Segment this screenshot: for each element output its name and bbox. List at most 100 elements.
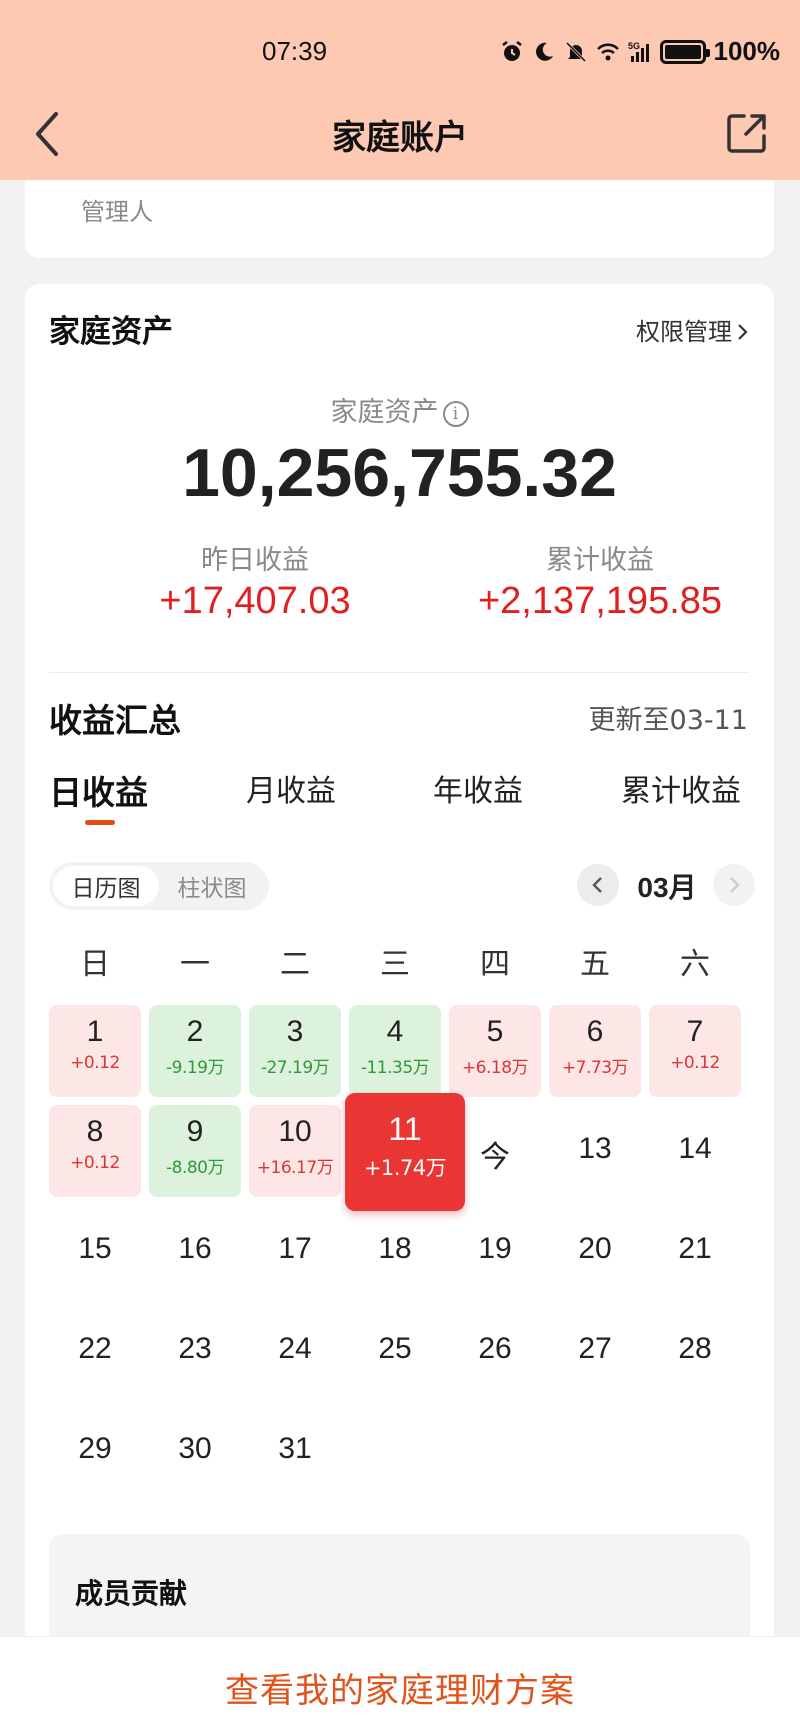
weekday-label: 日: [80, 947, 110, 982]
tab-cumulative-income[interactable]: 累计收益: [621, 766, 741, 810]
calendar-day-income: -11.35万: [360, 1058, 430, 1078]
info-icon[interactable]: i: [442, 400, 469, 427]
calendar-day[interactable]: 20: [549, 1205, 641, 1297]
chevron-left-icon: [592, 877, 602, 893]
calendar-day[interactable]: 6 +7.73万: [549, 1005, 641, 1097]
weekday-label: 二: [280, 947, 310, 982]
wifi-icon: [596, 43, 619, 60]
calendar-day[interactable]: 7 +0.12: [649, 1005, 741, 1097]
calendar-day-number: 14: [678, 1132, 712, 1165]
calendar-view-button[interactable]: 日历图: [53, 866, 159, 906]
status-time: 07:39: [262, 36, 328, 66]
calendar-day[interactable]: 26: [449, 1305, 541, 1397]
income-summary-title: 收益汇总: [49, 701, 181, 740]
calendar-day-number: 26: [478, 1332, 512, 1365]
calendar-day[interactable]: 10 +16.17万: [249, 1105, 341, 1197]
calendar-day-number: 16: [178, 1232, 212, 1265]
weekday-label: 五: [580, 947, 610, 982]
next-month-button[interactable]: [713, 864, 755, 906]
battery-icon: [659, 39, 710, 64]
calendar-day[interactable]: 18: [349, 1205, 441, 1297]
calendar-day-number: 4: [386, 1015, 404, 1048]
calendar-day[interactable]: 11 +1.74万: [345, 1093, 465, 1211]
calendar-day[interactable]: 3 -27.19万: [249, 1005, 341, 1097]
calendar-day-income: +16.17万: [256, 1158, 334, 1178]
calendar-day-number: 24: [278, 1332, 312, 1365]
calendar-day[interactable]: 21: [649, 1205, 741, 1297]
calendar-day[interactable]: 16: [149, 1205, 241, 1297]
calendar-day[interactable]: 2 -9.19万: [149, 1005, 241, 1097]
calendar-day-number: 22: [78, 1332, 112, 1365]
calendar-day[interactable]: 28: [649, 1305, 741, 1397]
bar-chart-view-button[interactable]: 柱状图: [159, 866, 265, 906]
calendar-day-number: 27: [578, 1332, 612, 1365]
calendar-day-number: 21: [678, 1232, 712, 1265]
view-family-plan-button[interactable]: 查看我的家庭理财方案: [0, 1663, 800, 1712]
calendar-day-income: -8.80万: [166, 1158, 225, 1178]
calendar-day-number: 19: [478, 1232, 512, 1265]
prev-month-button[interactable]: [577, 864, 619, 906]
calendar-day[interactable]: 5 +6.18万: [449, 1005, 541, 1097]
assets-section-title: 家庭资产: [49, 314, 173, 350]
calendar-day[interactable]: 17: [249, 1205, 341, 1297]
calendar-day-number: 29: [78, 1432, 112, 1465]
calendar-day[interactable]: 15: [49, 1205, 141, 1297]
chevron-right-icon: [730, 877, 740, 893]
cumulative-income-label: 累计收益: [546, 545, 654, 576]
battery-text: 100%: [713, 36, 781, 66]
calendar-day[interactable]: 30: [149, 1405, 241, 1497]
calendar-day[interactable]: 今: [449, 1105, 541, 1197]
calendar-day-income: +1.74万: [363, 1156, 447, 1180]
tab-yearly-income[interactable]: 年收益: [433, 766, 523, 810]
calendar-day[interactable]: 24: [249, 1305, 341, 1397]
calendar-day[interactable]: 31: [249, 1405, 341, 1497]
calendar-day-number: 今: [480, 1141, 510, 1174]
calendar-day[interactable]: 14: [649, 1105, 741, 1197]
calendar-day-number: 7: [686, 1015, 704, 1048]
tab-monthly-income[interactable]: 月收益: [246, 766, 336, 810]
calendar-day[interactable]: 9 -8.80万: [149, 1105, 241, 1197]
calendar-day[interactable]: 22: [49, 1305, 141, 1397]
calendar-day[interactable]: 29: [49, 1405, 141, 1497]
yesterday-income-value: +17,407.03: [159, 580, 351, 622]
chevron-right-icon: [738, 324, 748, 340]
permission-management-link[interactable]: 权限管理: [636, 312, 750, 347]
signal-network-label: 5G: [628, 41, 640, 51]
calendar-day-number: 25: [378, 1332, 412, 1365]
calendar-day-number: 3: [286, 1015, 304, 1048]
cumulative-income-value: +2,137,195.85: [477, 580, 723, 622]
weekday-label: 三: [380, 947, 410, 982]
calendar-day-income: +6.18万: [461, 1058, 529, 1078]
member-card: 管理人: [25, 180, 774, 258]
calendar-day[interactable]: 13: [549, 1105, 641, 1197]
view-toggle: 日历图 柱状图: [49, 862, 269, 910]
top-bar: 07:39 5G 100% 家庭账户: [0, 0, 800, 180]
tab-daily-income[interactable]: 日收益: [49, 766, 148, 814]
calendar-day-income: +0.12: [70, 1153, 120, 1173]
calendar-day-income: -9.19万: [166, 1058, 225, 1078]
weekday-label: 六: [680, 947, 710, 982]
calendar-day[interactable]: 23: [149, 1305, 241, 1397]
active-tab-indicator: [85, 820, 115, 825]
calendar-day-income: +7.73万: [561, 1058, 629, 1078]
calendar-day-number: 23: [178, 1332, 212, 1365]
calendar-day-number: 8: [86, 1115, 104, 1148]
signal-icon: 5G: [628, 41, 649, 62]
calendar-day[interactable]: 25: [349, 1305, 441, 1397]
calendar-day-number: 28: [678, 1332, 712, 1365]
calendar-day[interactable]: 4 -11.35万: [349, 1005, 441, 1097]
calendar-day-income: +0.12: [670, 1053, 720, 1073]
share-icon[interactable]: [724, 110, 770, 156]
divider: [49, 672, 750, 673]
status-icons: 5G 100%: [500, 36, 781, 67]
mute-bell-icon: [565, 41, 586, 62]
permission-link-label: 权限管理: [636, 318, 732, 346]
asset-label-text: 家庭资产: [330, 397, 439, 428]
calendar-day[interactable]: 8 +0.12: [49, 1105, 141, 1197]
calendar-day[interactable]: 27: [549, 1305, 641, 1397]
calendar-day-number: 31: [278, 1432, 312, 1465]
calendar-day[interactable]: 1 +0.12: [49, 1005, 141, 1097]
calendar-day[interactable]: 19: [449, 1205, 541, 1297]
calendar-day-number: 18: [378, 1232, 412, 1265]
calendar-day-number: 17: [278, 1232, 312, 1265]
